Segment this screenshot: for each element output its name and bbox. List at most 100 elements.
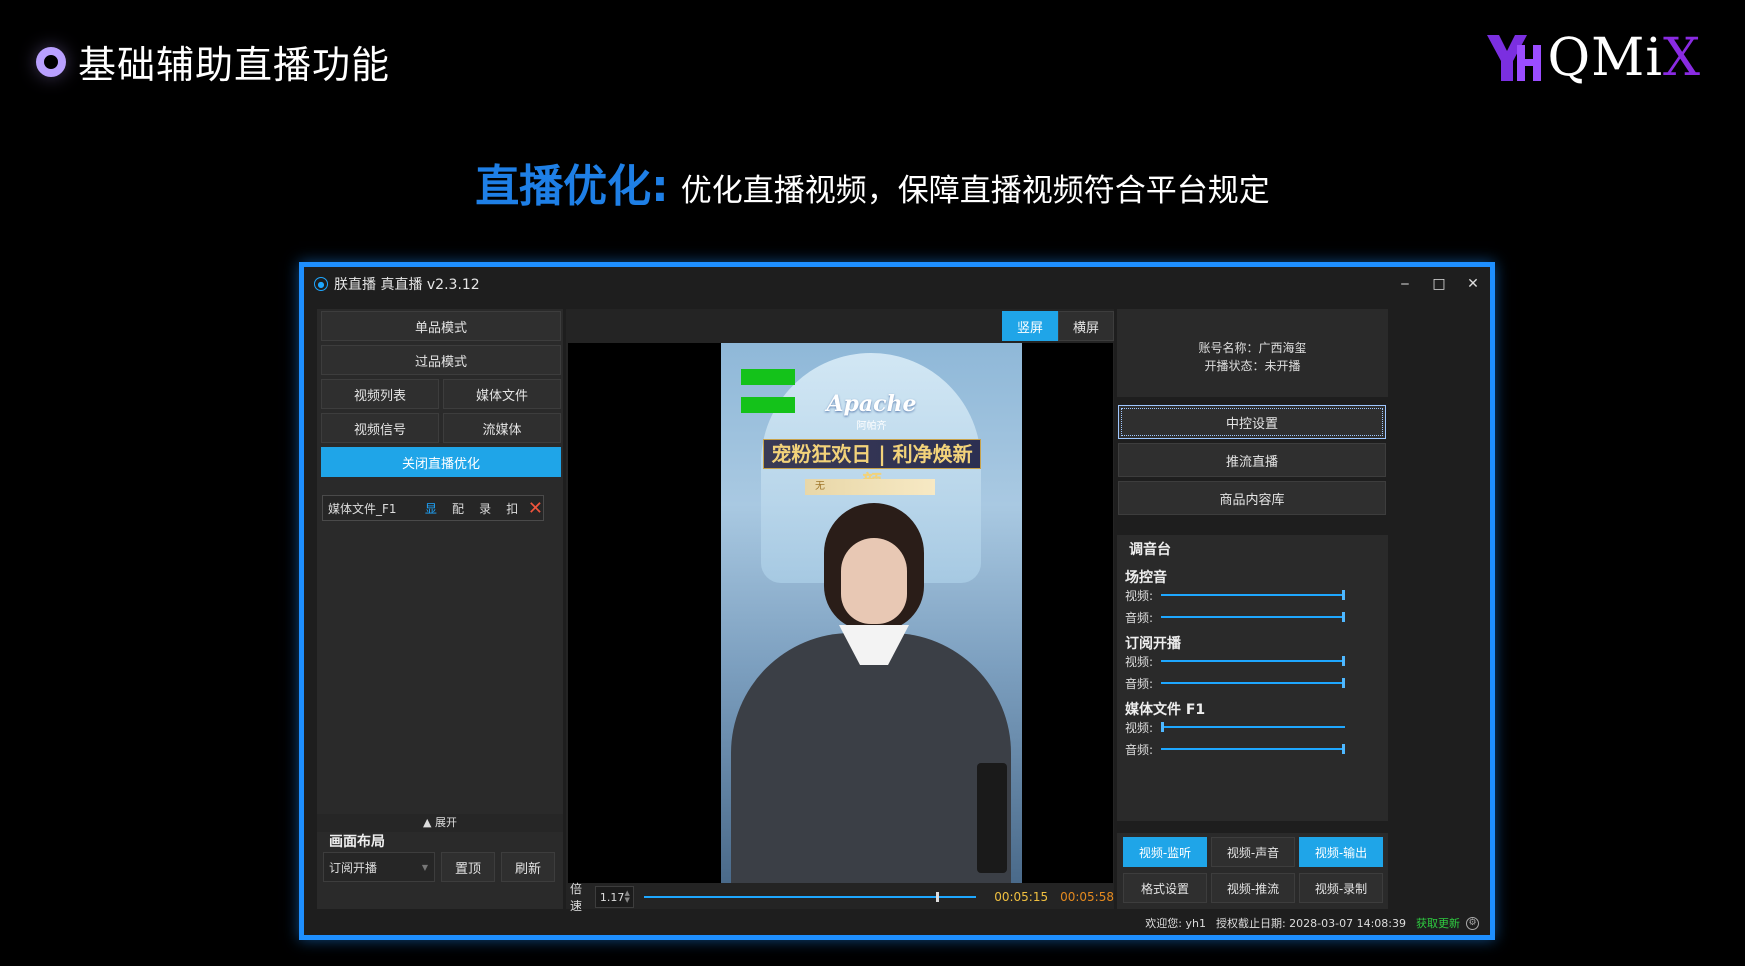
audio-volume-slider[interactable] (1161, 612, 1346, 622)
mixer-group-name: 媒体文件 F1 (1125, 702, 1206, 718)
minimize-icon[interactable]: ‒ (1398, 276, 1412, 292)
overlay-green-bar (741, 369, 795, 385)
mixer-group-name: 订阅开播 (1125, 636, 1181, 652)
media-record-button[interactable]: 录 (472, 500, 499, 517)
stepper-arrows-icon[interactable]: ▲ ▼ (625, 890, 630, 904)
audio-volume-slider[interactable] (1161, 678, 1346, 688)
headline: 直播优化: 优化直播视频，保障直播视频符合平台规定 (0, 150, 1745, 214)
progress-handle[interactable] (936, 892, 940, 902)
video-brand: Apache (826, 391, 917, 417)
audio-mixer: 调音台 场控音 视频: 音频: 订阅开播 视频: 音频: 媒体文件 F1 视频: (1117, 535, 1388, 821)
layout-select-value: 订阅开播 (329, 860, 378, 875)
layout-select[interactable]: 订阅开播 ▼ (323, 852, 435, 882)
slider-handle[interactable] (1342, 612, 1346, 622)
mixer-video-row: 视频: (1125, 719, 1375, 735)
mixer-audio-row: 音频: (1125, 741, 1375, 757)
video-monitor-button[interactable]: 视频-监听 (1123, 837, 1207, 867)
presenter-body (731, 633, 1011, 883)
remove-icon[interactable]: ✕ (528, 498, 543, 519)
media-show-button[interactable]: 显 (417, 500, 444, 517)
push-stream-button[interactable]: 推流直播 (1118, 443, 1386, 477)
check-update-link[interactable]: 获取更新 (1416, 915, 1460, 931)
account-info: 账号名称：广西海玺 开播状态：未开播 (1117, 309, 1388, 397)
app-window: ● 朕直播 真直播 v2.3.12 ‒ □ ✕ 单品模式 过品模式 视频列表 媒… (299, 262, 1495, 940)
pass-mode-button[interactable]: 过品模式 (321, 345, 561, 375)
media-item-name: 媒体文件_F1 (328, 501, 397, 516)
video-sound-button[interactable]: 视频-声音 (1211, 837, 1295, 867)
single-mode-button[interactable]: 单品模式 (321, 311, 561, 341)
video-record-button[interactable]: 视频-录制 (1299, 873, 1383, 903)
expand-toggle[interactable]: ▲ 展开 (317, 814, 563, 832)
bullet-ring-icon (36, 46, 66, 77)
video-preview-area: Apache 阿帕齐 宠粉狂欢日 | 利净焕新颜 无 (568, 343, 1113, 883)
pin-top-button[interactable]: 置顶 (441, 852, 495, 882)
layout-title: 画面布局 (329, 834, 385, 850)
speed-value: 1.17 (599, 890, 625, 904)
media-item-row[interactable]: 媒体文件_F1 显 配 录 扣 ✕ (322, 495, 544, 521)
media-file-button[interactable]: 媒体文件 (443, 379, 561, 409)
refresh-button[interactable]: 刷新 (501, 852, 555, 882)
slider-handle[interactable] (1342, 590, 1346, 600)
welcome-text: 欢迎您: yh1 (1145, 917, 1206, 930)
presenter-face (841, 538, 907, 624)
license-expiry: 授权截止日期: 2028-03-07 14:08:39 (1215, 917, 1406, 930)
media-match-button[interactable]: 配 (444, 500, 471, 517)
right-panel: 账号名称：广西海玺 开播状态：未开播 中控设置 推流直播 商品内容库 调音台 场… (1117, 309, 1388, 909)
orientation-tabs: 竖屏 横屏 (1002, 311, 1114, 341)
video-list-button[interactable]: 视频列表 (321, 379, 439, 409)
logo-text: QMiX (1547, 28, 1701, 88)
video-controls-grid: 视频-监听 视频-声音 视频-输出 格式设置 视频-推流 视频-录制 (1117, 833, 1388, 909)
product-bottle (977, 763, 1007, 873)
speed-stepper[interactable]: 1.17 ▲ ▼ (594, 886, 634, 908)
slide-title-text: 基础辅助直播功能 (78, 43, 391, 87)
left-panel: 单品模式 过品模式 视频列表 媒体文件 视频信号 流媒体 关闭直播优化 媒体文件… (317, 309, 563, 909)
central-control-button[interactable]: 中控设置 (1118, 405, 1386, 439)
media-cut-button[interactable]: 扣 (499, 500, 526, 517)
mixer-audio-row: 音频: (1125, 609, 1375, 625)
mixer-title: 调音台 (1129, 542, 1171, 558)
playback-progress[interactable] (643, 892, 977, 902)
video-signal-button[interactable]: 视频信号 (321, 413, 439, 443)
video-volume-slider[interactable] (1161, 656, 1346, 666)
time-current: 00:05:15 (994, 890, 1049, 904)
settings-gear-icon[interactable]: ⚙ (1466, 916, 1479, 930)
status-bar: 欢迎您: yh1 授权截止日期: 2028-03-07 14:08:39 获取更… (317, 913, 1485, 933)
slider-handle[interactable] (1342, 678, 1346, 688)
video-ribbon: 无 (805, 479, 935, 495)
video-preview: Apache 阿帕齐 宠粉狂欢日 | 利净焕新颜 无 (721, 343, 1022, 883)
yh-logo-icon (1487, 35, 1542, 81)
live-status: 开播状态：未开播 (1204, 359, 1301, 373)
playback-bar: 倍速 1.17 ▲ ▼ 00:05:15 00:05:58 (566, 882, 1114, 913)
close-icon[interactable]: ✕ (1466, 276, 1480, 292)
chevron-down-icon: ▼ (421, 862, 428, 872)
video-volume-slider[interactable] (1161, 722, 1346, 732)
tab-landscape[interactable]: 横屏 (1058, 311, 1114, 341)
center-panel: 竖屏 横屏 Apache 阿帕齐 宠粉狂欢日 | 利净焕新颜 无 倍速 (566, 309, 1114, 913)
logo: QMiX (1485, 28, 1701, 88)
format-settings-button[interactable]: 格式设置 (1123, 873, 1207, 903)
mixer-video-row: 视频: (1125, 587, 1375, 603)
video-push-button[interactable]: 视频-推流 (1211, 873, 1295, 903)
close-optimize-button[interactable]: 关闭直播优化 (321, 447, 561, 477)
mixer-audio-row: 音频: (1125, 675, 1375, 691)
video-banner: 宠粉狂欢日 | 利净焕新颜 (763, 439, 981, 494)
mixer-video-row: 视频: (1125, 653, 1375, 669)
slider-handle[interactable] (1342, 744, 1346, 754)
slider-handle[interactable] (1161, 722, 1165, 732)
slider-handle[interactable] (1342, 656, 1346, 666)
video-volume-slider[interactable] (1161, 590, 1346, 600)
headline-key: 直播优化: (475, 161, 669, 212)
slide-title: 基础辅助直播功能 (36, 34, 390, 89)
titlebar: ● 朕直播 真直播 v2.3.12 ‒ □ ✕ (304, 267, 1490, 301)
app-logo-icon: ● (314, 277, 328, 291)
mixer-group-name: 场控音 (1125, 570, 1167, 586)
product-library-button[interactable]: 商品内容库 (1118, 481, 1386, 515)
account-name: 账号名称：广西海玺 (1198, 341, 1307, 355)
tab-portrait[interactable]: 竖屏 (1002, 311, 1058, 341)
video-brand-sub: 阿帕齐 (856, 421, 887, 432)
stream-media-button[interactable]: 流媒体 (443, 413, 561, 443)
maximize-icon[interactable]: □ (1432, 276, 1446, 292)
video-output-button[interactable]: 视频-输出 (1299, 837, 1383, 867)
audio-volume-slider[interactable] (1161, 744, 1346, 754)
time-total: 00:05:58 (1060, 890, 1114, 904)
